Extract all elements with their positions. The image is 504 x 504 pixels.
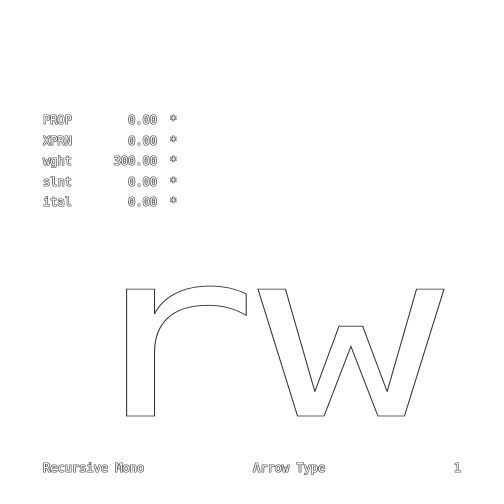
axis-row-xprn: XPRN 0.00 * (43, 131, 177, 152)
axis-row-slnt: slnt 0.00 * (43, 172, 177, 193)
axis-tag: PROP (43, 113, 72, 127)
axis-tag: ital (43, 195, 72, 209)
axis-value: 0.00 (128, 195, 157, 209)
axis-row-prop: PROP 0.00 * (43, 110, 177, 131)
axis-mark: * (169, 133, 177, 148)
axis-value: 0.00 (128, 174, 157, 189)
axis-value: 0.00 (128, 113, 157, 127)
axis-mark: * (169, 195, 177, 209)
axis-tag: slnt (43, 174, 72, 189)
glyph-specimen: rw (0, 230, 504, 430)
axis-tag: wght (43, 154, 72, 168)
font-name-label: Recursive Mono (43, 461, 145, 475)
axis-value: 300.00 (113, 154, 157, 168)
axis-row-ital: ital 0.00 * (43, 192, 177, 213)
glyph-outlines: rw (72, 230, 445, 430)
page-number: 1 (453, 461, 461, 475)
axis-value: 0.00 (128, 133, 157, 148)
axis-mark: * (169, 174, 177, 189)
axis-row-wght: wght 300.00 * (43, 151, 177, 172)
axis-mark: * (169, 154, 177, 168)
axis-mark: * (169, 113, 177, 127)
axis-tag: XPRN (43, 133, 72, 148)
glyph-specimen-text: rw (72, 230, 444, 430)
foundry-label: Arrow Type (253, 461, 326, 475)
axis-values-panel: PROP 0.00 * XPRN 0.00 * wght 300.00 * sl… (43, 110, 177, 213)
